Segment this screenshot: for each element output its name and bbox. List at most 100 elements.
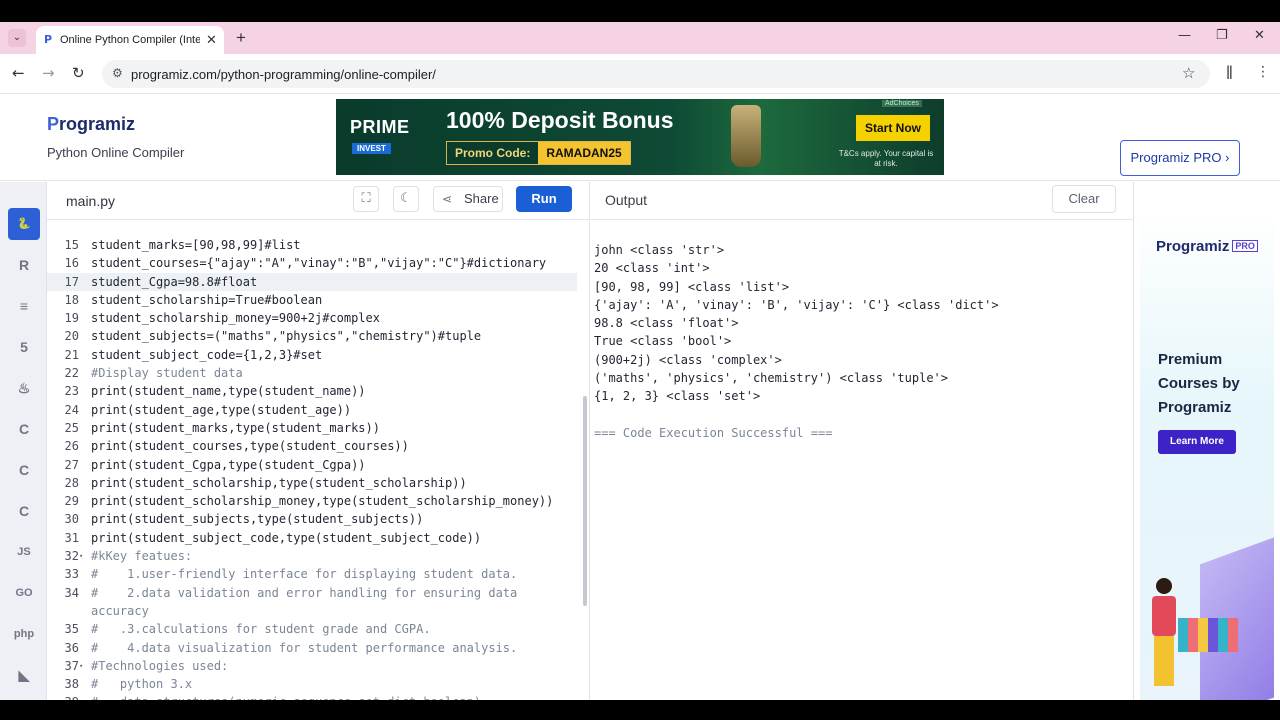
output-console: john <class 'str'> 20 <class 'int'> [90, 9… xyxy=(594,241,1124,442)
code-line[interactable]: 18 student_scholarship=True#boolean xyxy=(47,291,577,309)
browser-menu-icon[interactable]: ⋮ xyxy=(1256,64,1270,80)
ad-terms: T&Cs apply. Your capital is at risk. xyxy=(838,149,934,168)
code-text: # data structures(numeric,sequence,set,d… xyxy=(91,693,571,700)
clear-button[interactable]: Clear xyxy=(1052,185,1116,213)
top-ad-banner[interactable]: PRIME INVEST 100% Deposit Bonus Promo Co… xyxy=(336,99,944,175)
tab-title: Online Python Compiler (Interpreter) xyxy=(60,34,200,46)
code-line[interactable]: 26 print(student_courses,type(student_cou… xyxy=(47,437,577,455)
code-line[interactable]: 39 # data structures(numeric,sequence,set… xyxy=(47,693,577,700)
code-text: print(student_Cgpa,type(student_Cgpa)) xyxy=(91,457,366,472)
code-line[interactable]: 34 # 2.data validation and error handling… xyxy=(47,584,577,637)
side-ad-banner[interactable]: Programiz PRO Premium Courses by Programi… xyxy=(1140,208,1274,700)
code-line[interactable]: 30 print(student_subjects,type(student_su… xyxy=(47,510,577,528)
code-line[interactable]: 27 print(student_Cgpa,type(student_Cgpa)) xyxy=(47,456,577,474)
line-number: 28 xyxy=(64,475,79,490)
line-number: 17 xyxy=(64,274,79,289)
code-text: print(student_subject_code,type(student_… xyxy=(91,530,482,545)
back-icon[interactable]: ← xyxy=(12,64,25,82)
close-window-icon[interactable]: ✕ xyxy=(1254,28,1265,43)
code-line[interactable]: 24 print(student_age,type(student_age)) xyxy=(47,401,577,419)
code-line[interactable]: 22 #Display student data xyxy=(47,364,577,382)
r-icon[interactable]: R xyxy=(8,249,40,281)
ad-promo-label: Promo Code: xyxy=(447,142,539,164)
programiz-logo[interactable]: Programiz xyxy=(47,114,135,135)
output-line: {1, 2, 3} <class 'set'> xyxy=(594,389,761,404)
file-tab-main-py[interactable]: main.py xyxy=(66,193,115,209)
code-line[interactable]: 25 print(student_marks,type(student_marks… xyxy=(47,419,577,437)
site-info-icon[interactable]: ⚙ xyxy=(112,66,123,80)
code-text: student_subject_code={1,2,3}#set xyxy=(91,347,323,362)
line-number: 25 xyxy=(64,420,79,435)
extension-icon[interactable]: ǁ xyxy=(1226,64,1233,80)
output-panel: Output Clear john <class 'str'> 20 <class… xyxy=(591,182,1134,700)
tab-strip: ⌄ P Online Python Compiler (Interpreter)… xyxy=(0,22,1280,54)
c-icon[interactable]: C xyxy=(8,413,40,445)
output-line: (900+2j) <class 'complex'> xyxy=(594,352,782,367)
compiler-subtitle: Python Online Compiler xyxy=(47,145,185,160)
ad-brand-sub: INVEST xyxy=(352,143,391,154)
code-line[interactable]: 35 # 3.calculations for student grade and… xyxy=(47,620,577,638)
swift-icon[interactable]: ◣ xyxy=(8,659,40,691)
code-line[interactable]: 15 student_marks=[90,98,99]#list xyxy=(47,236,577,254)
site-header: Programiz Python Online Compiler PRIME I… xyxy=(0,95,1280,181)
programiz-pro-button[interactable]: Programiz PRO › xyxy=(1120,140,1240,176)
csharp-icon[interactable]: C xyxy=(8,495,40,527)
tab-search-icon[interactable]: ⌄ xyxy=(8,29,26,47)
dark-mode-icon[interactable]: ☾ xyxy=(393,186,419,212)
code-line[interactable]: 33 # 1.user-friendly interface for displa… xyxy=(47,565,577,583)
ad-headline: 100% Deposit Bonus xyxy=(446,107,674,133)
html-icon[interactable]: 5 xyxy=(8,331,40,363)
line-number: 16 xyxy=(64,256,79,271)
reload-icon[interactable]: ↻ xyxy=(72,64,85,82)
fullscreen-icon[interactable]: ⛶ xyxy=(353,186,379,212)
java-icon[interactable]: ♨ xyxy=(8,372,40,404)
fold-icon[interactable]: ▾ xyxy=(79,547,87,565)
code-line[interactable]: 37 ▾ #Technologies used: xyxy=(47,657,577,675)
code-line[interactable]: 31 print(student_subject_code,type(studen… xyxy=(47,529,577,547)
code-line[interactable]: 32 ▾ #kKey featues: xyxy=(47,547,577,565)
tab-close-icon[interactable]: ✕ xyxy=(206,32,217,48)
run-button[interactable]: Run xyxy=(516,186,572,212)
new-tab-icon[interactable]: + xyxy=(236,28,246,48)
code-line[interactable]: 16 student_courses={"ajay":"A","vinay":"B… xyxy=(47,254,577,272)
code-line[interactable]: 23 print(student_name,type(student_name)) xyxy=(47,382,577,400)
share-button[interactable]: ⋖ Share xyxy=(433,186,503,212)
code-line[interactable]: 29 print(student_scholarship_money,type(s… xyxy=(47,492,577,510)
ad-brand: PRIME xyxy=(350,117,410,137)
code-text: #kKey featues: xyxy=(91,549,193,564)
code-line[interactable]: 19 student_scholarship_money=900+2j#compl… xyxy=(47,309,577,327)
code-line[interactable]: 17 student_Cgpa=98.8#float xyxy=(47,272,577,291)
learn-more-button[interactable]: Learn More xyxy=(1158,430,1236,454)
ad-start-button[interactable]: Start Now xyxy=(856,115,930,141)
line-number: 30 xyxy=(64,512,79,527)
php-icon[interactable]: php xyxy=(8,618,40,650)
cpp-icon[interactable]: C xyxy=(8,454,40,486)
output-toolbar: Output Clear xyxy=(591,182,1134,220)
code-text: print(student_name,type(student_name)) xyxy=(91,384,366,399)
code-line[interactable]: 21 student_subject_code={1,2,3}#set xyxy=(47,346,577,364)
fold-icon[interactable]: ▾ xyxy=(79,657,87,675)
code-text: student_scholarship_money=900+2j#complex xyxy=(91,311,380,326)
adchoices-label[interactable]: AdChoices xyxy=(882,100,922,107)
minimize-icon[interactable]: — xyxy=(1178,28,1191,43)
forward-icon[interactable]: → xyxy=(42,64,55,82)
js-icon[interactable]: JS xyxy=(8,536,40,568)
restore-icon[interactable]: ❐ xyxy=(1216,28,1228,43)
bookmark-star-icon[interactable]: ☆ xyxy=(1182,64,1195,82)
sql-icon[interactable]: ≡ xyxy=(8,290,40,322)
execution-status: === Code Execution Successful === xyxy=(594,425,833,440)
code-line[interactable]: 20 student_subjects=("maths","physics","c… xyxy=(47,327,577,345)
editor-scrollbar[interactable] xyxy=(583,396,587,606)
code-line[interactable]: 36 # 4.data visualization for student per… xyxy=(47,639,577,657)
go-icon[interactable]: GO xyxy=(8,577,40,609)
code-line[interactable]: 28 print(student_scholarship,type(student… xyxy=(47,474,577,492)
url-field[interactable]: ⚙ programiz.com/python-programming/onlin… xyxy=(102,60,1210,88)
browser-tab[interactable]: P Online Python Compiler (Interpreter) ✕ xyxy=(36,26,224,54)
code-line[interactable]: 38 # python 3.x xyxy=(47,675,577,693)
line-number: 19 xyxy=(64,311,79,326)
python-icon[interactable]: 🐍 xyxy=(8,208,40,240)
code-text: student_courses={"ajay":"A","vinay":"B",… xyxy=(91,256,547,271)
line-number: 26 xyxy=(64,439,79,454)
code-text: # 4.data visualization for student perfo… xyxy=(91,640,518,655)
code-area[interactable]: 15 student_marks=[90,98,99]#list 16 student… xyxy=(47,236,577,700)
